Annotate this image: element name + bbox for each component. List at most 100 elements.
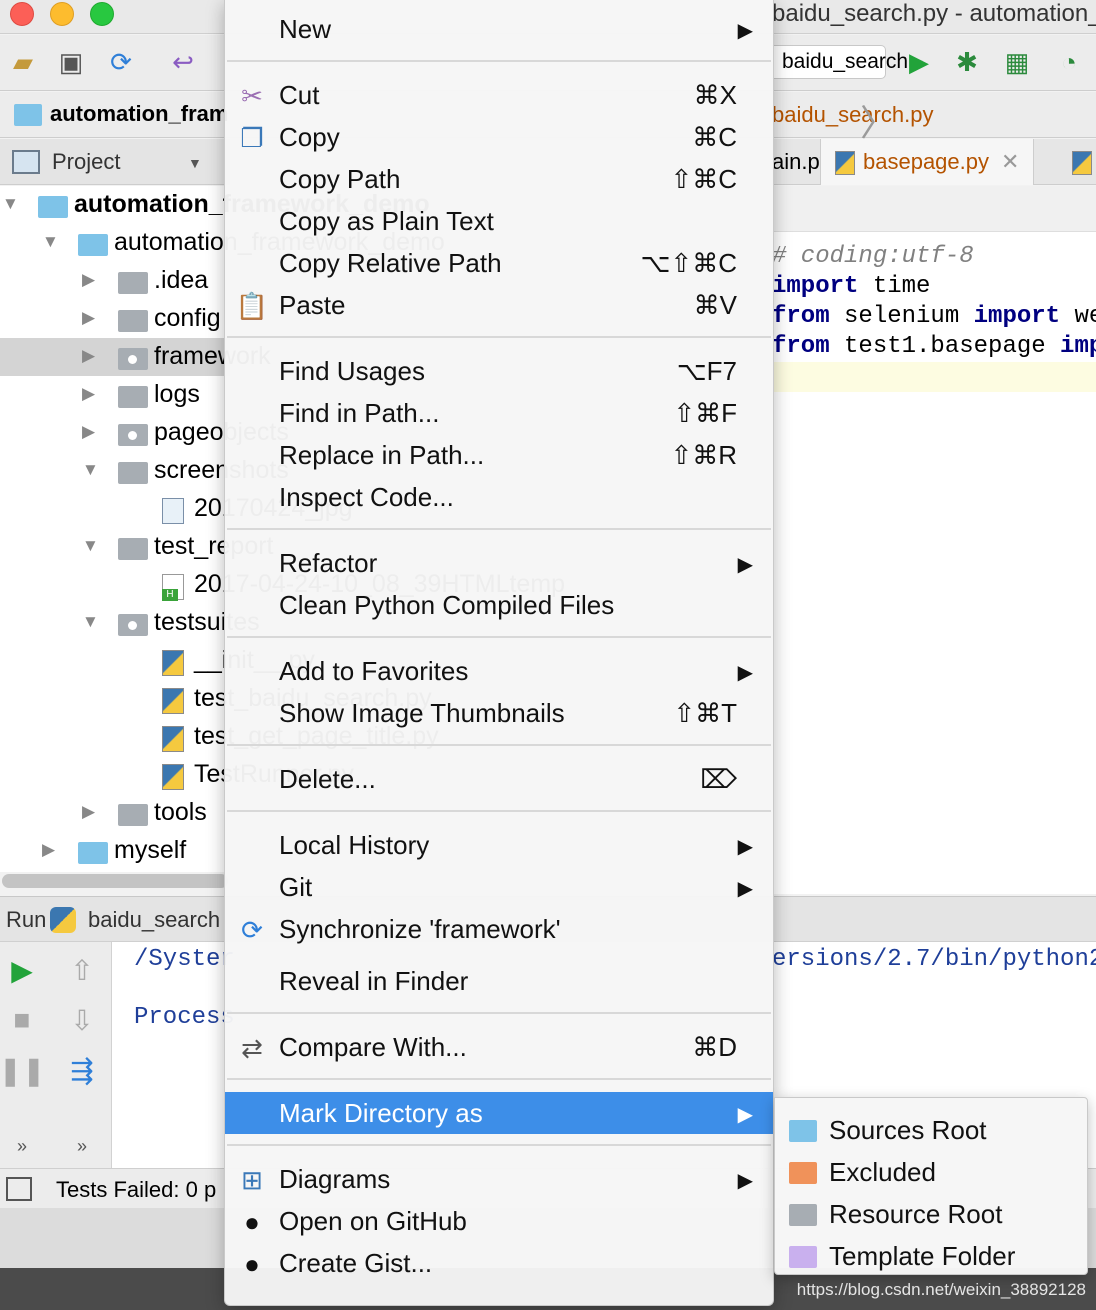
menu-item-show-image-thumbnails[interactable]: Show Image Thumbnails ⇧⌘T <box>225 692 773 734</box>
menu-item-git[interactable]: Git ▶ <box>225 866 773 908</box>
tree-item[interactable]: ▶ framework <box>0 338 271 376</box>
open-folder-icon[interactable]: ▰ <box>8 47 38 77</box>
menu-item-find-usages[interactable]: Find Usages ⌥F7 <box>225 350 773 392</box>
profile-icon[interactable]: ◔ <box>1054 47 1084 77</box>
minimize-window-button[interactable] <box>50 2 74 26</box>
run-icon[interactable]: ▶ <box>904 47 934 77</box>
tab-basepage[interactable]: basepage.py ✕ <box>820 139 1035 185</box>
tree-item[interactable]: ▶ tools <box>0 794 230 832</box>
python-file-icon <box>835 151 855 176</box>
chevron-right-icon[interactable]: ▶ <box>82 802 95 822</box>
rerun-icon[interactable]: ▶ <box>4 952 40 988</box>
stop-icon[interactable]: ■ <box>4 1002 40 1038</box>
run-configuration-select[interactable]: baidu_search ▼ <box>772 45 925 79</box>
tab-overflow[interactable] <box>1072 139 1096 185</box>
tree-item[interactable]: ▼automation_framework_demo <box>0 224 445 262</box>
chevron-down-icon[interactable]: ▼ <box>82 612 99 632</box>
submenu-item-resource-root[interactable]: Resource Root <box>775 1192 1087 1234</box>
menu-item-cut[interactable]: ✂ Cut ⌘X <box>225 74 773 116</box>
menu-item-replace-in-path[interactable]: Replace in Path... ⇧⌘R <box>225 434 773 476</box>
menu-item-copy-relative-path[interactable]: Copy Relative Path ⌥⇧⌘C <box>225 242 773 284</box>
menu-item-delete[interactable]: Delete... ⌦ <box>225 758 773 800</box>
chevron-down-icon[interactable]: ▼ <box>82 460 99 480</box>
breadcrumb-file[interactable]: baidu_search.py <box>772 102 933 128</box>
submenu-arrow-icon: ▶ <box>737 836 753 858</box>
chevron-right-icon[interactable]: ▶ <box>82 270 95 290</box>
chevron-right-icon[interactable]: ▶ <box>82 308 95 328</box>
menu-item-shortcut: ⌘D <box>692 1032 737 1062</box>
arrow-up-icon[interactable]: ⇧ <box>64 952 100 988</box>
menu-item-reveal-in-finder[interactable]: Reveal in Finder <box>225 960 773 1002</box>
menu-item-local-history[interactable]: Local History ▶ <box>225 824 773 866</box>
menu-item-add-to-favorites[interactable]: Add to Favorites ▶ <box>225 650 773 692</box>
tree-item[interactable]: TestRunner.py <box>0 756 354 794</box>
tree-item[interactable]: 20170424_jpg <box>0 490 353 528</box>
menu-item-copy[interactable]: ❐ Copy ⌘C <box>225 116 773 158</box>
menu-item-open-on-github[interactable]: ● Open on GitHub <box>225 1200 773 1242</box>
tree-item[interactable]: ▼ testsuites <box>0 604 260 642</box>
menu-item-inspect-code[interactable]: Inspect Code... <box>225 476 773 518</box>
tree-item[interactable]: test_baidu_search.py <box>0 680 432 718</box>
menu-item-synchronize-framework[interactable]: ⟳ Synchronize 'framework' <box>225 908 773 950</box>
submenu-item-template-folder[interactable]: Template Folder <box>775 1234 1087 1276</box>
submenu-item-sources-root[interactable]: Sources Root <box>775 1108 1087 1150</box>
pause-icon[interactable]: ❚❚ <box>0 1052 45 1088</box>
menu-item-paste[interactable]: 📋 Paste ⌘V <box>225 284 773 326</box>
tree-item[interactable]: ▶ myself <box>0 832 230 870</box>
tree-item[interactable]: ▼ test_report <box>0 528 274 566</box>
close-tab-icon[interactable]: ✕ <box>1001 149 1019 174</box>
menu-item-create-gist[interactable]: ● Create Gist... <box>225 1242 773 1284</box>
breadcrumb-project[interactable]: automation_fram <box>50 101 228 127</box>
tree-item[interactable]: ▶ logs <box>0 376 230 414</box>
sync-icon[interactable]: ⟳ <box>106 47 136 77</box>
more-actions-icon[interactable]: » <box>4 1128 40 1164</box>
tree-item[interactable]: __init__.py <box>0 642 315 680</box>
menu-item-label: Diagrams <box>279 1164 391 1194</box>
undo-icon[interactable]: ↩ <box>168 47 198 77</box>
tree-item[interactable]: ▶ config <box>0 300 230 338</box>
soft-wrap-icon[interactable]: ⇶ <box>64 1052 100 1088</box>
coverage-icon[interactable]: ▦ <box>1002 47 1032 77</box>
close-window-button[interactable] <box>10 2 34 26</box>
menu-item-clean-python-compiled-files[interactable]: Clean Python Compiled Files <box>225 584 773 626</box>
menu-item-find-in-path[interactable]: Find in Path... ⇧⌘F <box>225 392 773 434</box>
save-icon[interactable]: ▣ <box>56 47 86 77</box>
project-view-selector[interactable]: Project <box>52 149 120 175</box>
debug-icon[interactable]: ✱ <box>952 47 982 77</box>
tree-item[interactable]: ▼ screenshots <box>0 452 289 490</box>
tree-item[interactable]: 2017-04-24-10_08_39HTMLtemp <box>0 566 565 604</box>
more-actions-icon[interactable]: » <box>64 1128 100 1164</box>
folder-icon <box>118 614 148 636</box>
menu-item-label: Synchronize 'framework' <box>279 914 561 944</box>
chevron-down-icon[interactable]: ▼ <box>82 536 99 556</box>
chevron-right-icon[interactable]: ▶ <box>82 422 95 442</box>
chevron-down-icon[interactable]: ▼ <box>188 155 202 171</box>
menu-item-label: Inspect Code... <box>279 482 454 512</box>
menu-item-compare-with[interactable]: ⇄ Compare With... ⌘D <box>225 1026 773 1068</box>
code-editor[interactable]: # coding:utf-8 import time from selenium i… <box>772 186 1096 894</box>
tree-item[interactable]: test_get_page_title.py <box>0 718 439 756</box>
tree-item[interactable]: ▶ .idea <box>0 262 230 300</box>
folder-icon <box>118 462 148 484</box>
menu-item-mark-directory-as[interactable]: Mark Directory as ▶ <box>225 1092 773 1134</box>
scissors-icon: ✂ <box>241 80 263 111</box>
run-config-name[interactable]: baidu_search <box>88 907 220 933</box>
menu-item-diagrams[interactable]: ⊞ Diagrams ▶ <box>225 1158 773 1200</box>
menu-item-copy-as-plain-text[interactable]: Copy as Plain Text <box>225 200 773 242</box>
tool-window-toggle-icon[interactable] <box>6 1177 32 1201</box>
tree-item[interactable]: ▶ pageobjects <box>0 414 289 452</box>
chevron-right-icon[interactable]: ▶ <box>82 384 95 404</box>
zoom-window-button[interactable] <box>90 2 114 26</box>
chevron-down-icon[interactable]: ▼ <box>2 194 19 214</box>
menu-item-refactor[interactable]: Refactor ▶ <box>225 542 773 584</box>
tree-item[interactable]: ▼automation_framework_demo <box>0 186 430 224</box>
arrow-down-icon[interactable]: ⇩ <box>64 1002 100 1038</box>
chevron-down-icon[interactable]: ▼ <box>42 232 59 252</box>
submenu-item-excluded[interactable]: Excluded <box>775 1150 1087 1192</box>
horizontal-scrollbar[interactable] <box>2 874 228 888</box>
menu-item-new[interactable]: New ▶ <box>225 8 773 50</box>
menu-item-label: New <box>279 14 332 44</box>
chevron-right-icon[interactable]: ▶ <box>82 346 95 366</box>
chevron-right-icon[interactable]: ▶ <box>42 840 55 860</box>
menu-item-copy-path[interactable]: Copy Path ⇧⌘C <box>225 158 773 200</box>
